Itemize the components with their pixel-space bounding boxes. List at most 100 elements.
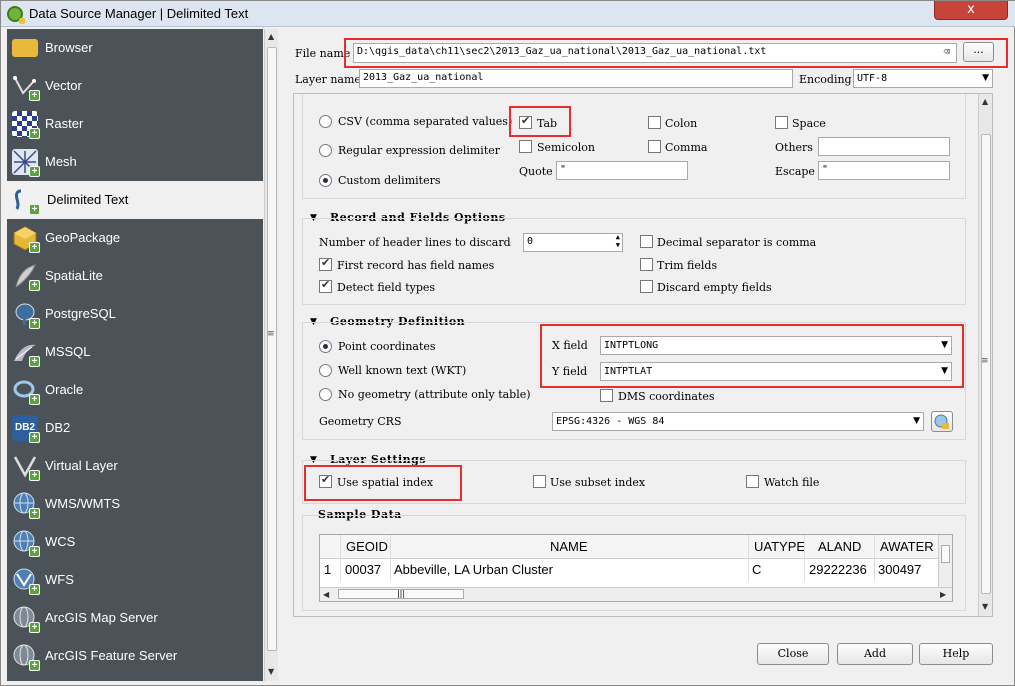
decimal-comma-checkbox[interactable]: [640, 235, 653, 248]
sidebar-item-wfs[interactable]: + WFS: [7, 561, 263, 599]
sidebar-item-arcgis-feature-server[interactable]: + ArcGIS Feature Server: [7, 637, 263, 675]
postgresql-elephant-icon: +: [12, 301, 40, 329]
add-icon: +: [29, 584, 40, 595]
wkt-radio[interactable]: [319, 364, 332, 377]
sidebar-item-browser[interactable]: Browser: [7, 29, 263, 67]
highlight-tab: [509, 106, 571, 137]
subset-index-checkbox[interactable]: [533, 475, 546, 488]
column-header[interactable]: AWATER: [880, 539, 934, 554]
sidebar-scrollbar[interactable]: ▲ ≡ ▼: [264, 29, 278, 681]
add-icon: +: [29, 394, 40, 405]
mesh-layer-icon: +: [12, 149, 40, 177]
table-cell: 300497: [878, 562, 922, 577]
table-cell: C: [752, 562, 762, 577]
options-scroll-area: CSV (comma separated values) Regular exp…: [293, 93, 993, 617]
csv-radio[interactable]: [319, 115, 332, 128]
form-scrollbar[interactable]: ▲ ≡ ▼: [978, 94, 992, 616]
sidebar-item-geopackage[interactable]: + GeoPackage: [7, 219, 263, 257]
encoding-select[interactable]: UTF-8 ▼: [853, 69, 993, 88]
vector-layer-icon: +: [12, 73, 40, 101]
discard-empty-checkbox[interactable]: [640, 280, 653, 293]
sidebar-item-mssql[interactable]: + MSSQL: [7, 333, 263, 371]
highlight-file-name: [344, 38, 1008, 68]
scroll-right-icon[interactable]: ▶: [940, 590, 946, 599]
scroll-down-icon[interactable]: ▼: [268, 667, 274, 676]
help-button[interactable]: Help: [919, 643, 993, 665]
geometry-crs-label: Geometry CRS: [319, 415, 402, 428]
table-header: GEOID NAME UATYPE ALAND AWATER: [320, 535, 938, 581]
detect-types-checkbox[interactable]: [319, 278, 332, 293]
mssql-icon: +: [12, 339, 40, 367]
crs-select[interactable]: EPSG:4326 - WGS 84 ▼: [552, 412, 924, 431]
sidebar-item-mesh[interactable]: + Mesh: [7, 143, 263, 181]
comma-checkbox[interactable]: [648, 140, 661, 153]
sidebar-item-delimited-text[interactable]: + Delimited Text: [7, 181, 263, 219]
sidebar-scroll-thumb[interactable]: [267, 47, 277, 651]
first-record-checkbox[interactable]: [319, 256, 332, 271]
spin-arrows-icon[interactable]: ▲ ▼: [616, 233, 620, 249]
table-hscroll-thumb[interactable]: |||: [338, 589, 464, 599]
sidebar-item-wms-wmts[interactable]: + WMS/WMTS: [7, 485, 263, 523]
column-header[interactable]: ALAND: [818, 539, 861, 554]
grip-icon: ≡: [981, 356, 989, 366]
no-geometry-radio[interactable]: [319, 388, 332, 401]
virtual-layer-icon: +: [12, 453, 40, 481]
others-input[interactable]: [818, 137, 950, 156]
delimited-text-icon: +: [12, 187, 40, 215]
point-coordinates-radio[interactable]: [319, 340, 332, 353]
add-button[interactable]: Add: [837, 643, 913, 665]
space-checkbox[interactable]: [775, 116, 788, 129]
file-name-label: File name: [295, 47, 351, 60]
table-vscroll-thumb[interactable]: [941, 545, 950, 563]
sidebar-item-postgresql[interactable]: + PostgreSQL: [7, 295, 263, 333]
table-vertical-scrollbar[interactable]: [938, 535, 952, 587]
sidebar-item-vector[interactable]: + Vector: [7, 67, 263, 105]
quote-input[interactable]: ": [556, 161, 688, 180]
table-row[interactable]: 1 00037 Abbeville, LA Urban Cluster C 29…: [320, 559, 938, 581]
trim-fields-checkbox[interactable]: [640, 258, 653, 271]
layer-name-label: Layer name: [295, 73, 361, 86]
scroll-left-icon[interactable]: ◀: [323, 590, 329, 599]
column-header[interactable]: NAME: [550, 539, 588, 554]
window-title: Data Source Manager | Delimited Text: [29, 6, 249, 21]
sidebar-item-raster[interactable]: + Raster: [7, 105, 263, 143]
scroll-up-icon[interactable]: ▲: [982, 97, 988, 106]
add-icon: +: [29, 280, 40, 291]
sidebar-item-arcgis-map-server[interactable]: + ArcGIS Map Server: [7, 599, 263, 637]
add-icon: +: [29, 90, 40, 101]
scroll-up-icon[interactable]: ▲: [268, 32, 274, 41]
globe-crs-icon: [934, 414, 949, 429]
dms-coordinates-checkbox[interactable]: [600, 389, 613, 402]
table-horizontal-scrollbar[interactable]: ◀ ||| ▶: [320, 587, 952, 601]
encoding-label: Encoding: [799, 73, 852, 86]
regex-radio[interactable]: [319, 144, 332, 157]
sidebar-item-virtual-layer[interactable]: + Virtual Layer: [7, 447, 263, 485]
semicolon-checkbox[interactable]: [519, 140, 532, 153]
custom-delimiters-radio[interactable]: [319, 174, 332, 187]
spatialite-feather-icon: +: [12, 263, 40, 291]
sample-data-table[interactable]: GEOID NAME UATYPE ALAND AWATER 1 00037 A…: [319, 534, 953, 602]
watch-file-checkbox[interactable]: [746, 475, 759, 488]
sidebar-item-spatialite[interactable]: + SpatiaLite: [7, 257, 263, 295]
chevron-down-icon: ▼: [913, 416, 920, 426]
table-cell: Abbeville, LA Urban Cluster: [394, 562, 553, 577]
sidebar-item-wcs[interactable]: + WCS: [7, 523, 263, 561]
provider-sidebar: Browser + Vector + Raster + Mesh + Delim…: [7, 29, 263, 681]
column-header[interactable]: GEOID: [346, 539, 388, 554]
crs-selector-button[interactable]: [931, 411, 953, 432]
header-lines-spinbox[interactable]: 0 ▲ ▼: [523, 233, 623, 252]
title-bar: Data Source Manager | Delimited Text x: [1, 1, 1015, 27]
window-close-button[interactable]: x: [934, 1, 1008, 20]
escape-input[interactable]: ": [818, 161, 950, 180]
column-header[interactable]: UATYPE: [754, 539, 805, 554]
data-source-manager-window: Data Source Manager | Delimited Text x B…: [0, 0, 1015, 686]
sidebar-item-oracle[interactable]: + Oracle: [7, 371, 263, 409]
globe-icon: +: [12, 491, 40, 519]
close-button[interactable]: Close: [757, 643, 829, 665]
layer-name-input[interactable]: 2013_Gaz_ua_national: [359, 69, 793, 88]
add-icon: +: [29, 318, 40, 329]
colon-checkbox[interactable]: [648, 116, 661, 129]
sidebar-item-db2[interactable]: DB2 + DB2: [7, 409, 263, 447]
scroll-down-icon[interactable]: ▼: [982, 602, 988, 611]
add-icon: +: [29, 204, 40, 215]
